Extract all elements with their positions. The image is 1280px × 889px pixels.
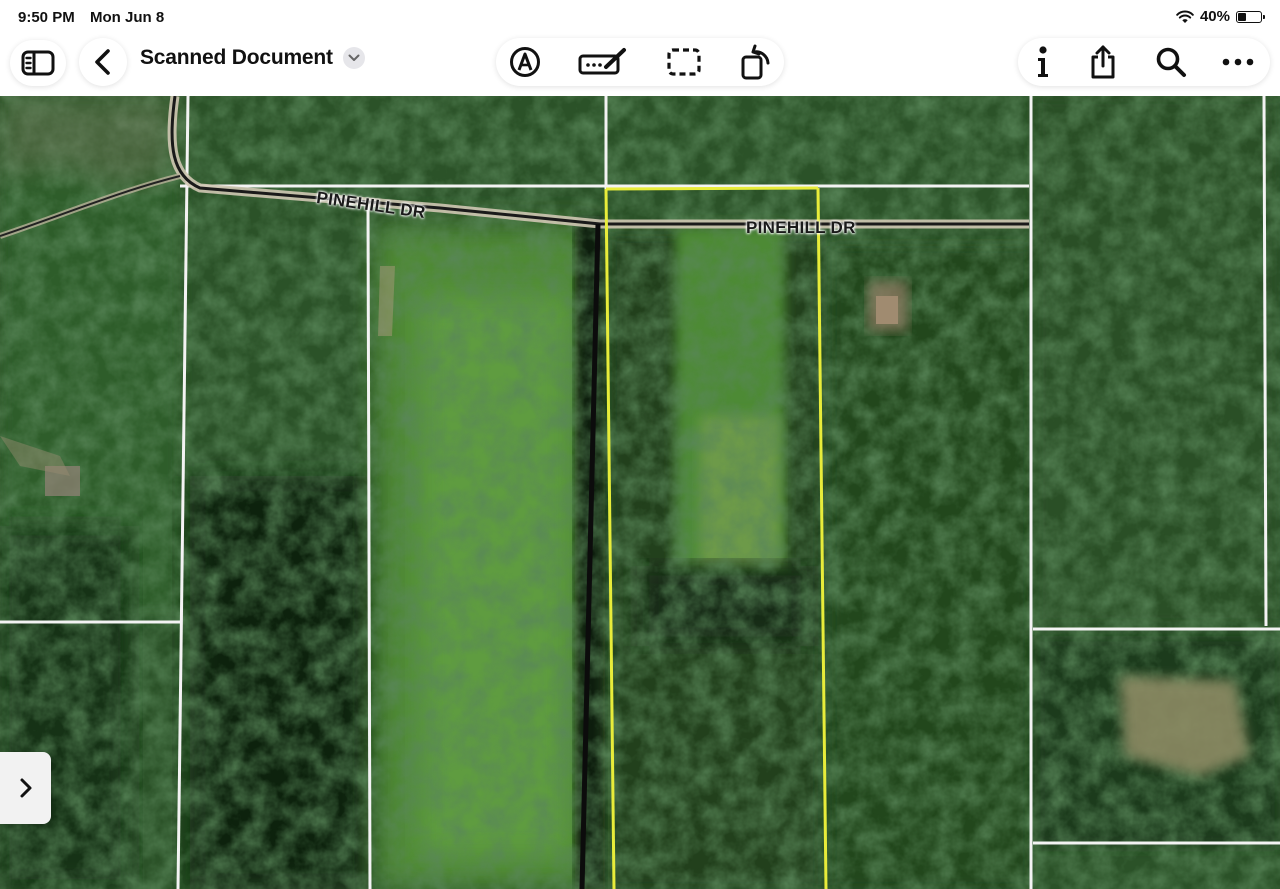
signature-pen-icon: [578, 48, 626, 75]
toolbar: Scanned Document: [0, 34, 1280, 92]
document-title: Scanned Document: [140, 46, 333, 69]
more-button[interactable]: [1220, 48, 1256, 76]
battery-level: [1238, 12, 1246, 21]
back-button[interactable]: [79, 38, 127, 86]
markup-button[interactable]: [508, 45, 542, 79]
rotate-page-icon: [741, 44, 770, 80]
document-title-menu[interactable]: Scanned Document: [140, 46, 365, 70]
dashed-rectangle-icon: [667, 48, 701, 76]
battery-percent: 40%: [1199, 8, 1230, 25]
sidebar-toggle-button[interactable]: [10, 40, 66, 86]
share-icon: [1091, 45, 1115, 79]
search-icon: [1156, 47, 1186, 77]
road-label-east: PINEHILL DR: [746, 218, 856, 237]
search-button[interactable]: [1154, 45, 1188, 79]
wifi-icon: [1176, 10, 1194, 23]
rotate-button[interactable]: [740, 43, 774, 81]
expand-panel-button[interactable]: [0, 752, 51, 824]
status-indicators: 40%: [1176, 8, 1265, 25]
info-button[interactable]: [1028, 45, 1058, 79]
battery-icon: [1236, 10, 1265, 23]
status-time: 9:50 PM: [18, 9, 75, 26]
chevron-right-icon: [20, 778, 31, 798]
right-tools-group: [1018, 38, 1270, 86]
chevron-left-icon: [95, 49, 110, 75]
status-bar: 9:50 PM Mon Jun 8 40%: [0, 0, 1280, 34]
ellipsis-icon: [1222, 58, 1254, 66]
share-button[interactable]: [1086, 42, 1120, 82]
sidebar-toggle-icon: [21, 50, 55, 76]
info-icon: [1038, 46, 1048, 77]
document-page[interactable]: PINEHILL DR PINEHILL DR: [0, 96, 1280, 889]
aerial-parcel-map: [0, 96, 1280, 889]
status-date: Mon Jun 8: [90, 9, 165, 26]
selection-button[interactable]: [666, 45, 702, 79]
center-tools-group: [496, 38, 784, 86]
form-fill-button[interactable]: [578, 45, 628, 79]
pen-tip-circle-icon: [510, 47, 540, 77]
chevron-down-icon: [342, 47, 365, 69]
